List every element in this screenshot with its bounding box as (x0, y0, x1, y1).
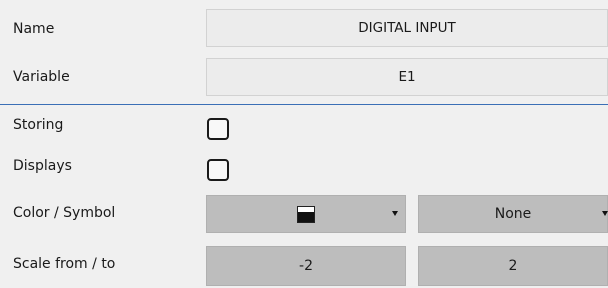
storing-checkbox[interactable] (207, 118, 229, 140)
variable-label: Variable (13, 69, 70, 85)
color-symbol-label: Color / Symbol (13, 205, 116, 221)
scale-label: Scale from / to (13, 256, 116, 272)
scale-from-value: -2 (299, 258, 313, 274)
displays-checkbox[interactable] (207, 159, 229, 181)
storing-label: Storing (13, 117, 64, 133)
variable-field[interactable]: E1 (206, 58, 608, 96)
scale-to-field[interactable]: 2 (418, 246, 608, 286)
symbol-dropdown-value: None (494, 206, 532, 222)
scale-to-value: 2 (508, 258, 518, 274)
name-label: Name (13, 21, 55, 37)
displays-label: Displays (13, 158, 72, 174)
symbol-dropdown[interactable]: None (418, 195, 608, 233)
black-square-swatch-icon (297, 205, 315, 223)
scale-from-field[interactable]: -2 (206, 246, 406, 286)
section-divider (0, 104, 608, 105)
chevron-down-icon (602, 211, 608, 216)
name-field[interactable]: DIGITAL INPUT (206, 9, 608, 47)
color-dropdown[interactable] (206, 195, 406, 233)
chevron-down-icon (392, 211, 398, 216)
